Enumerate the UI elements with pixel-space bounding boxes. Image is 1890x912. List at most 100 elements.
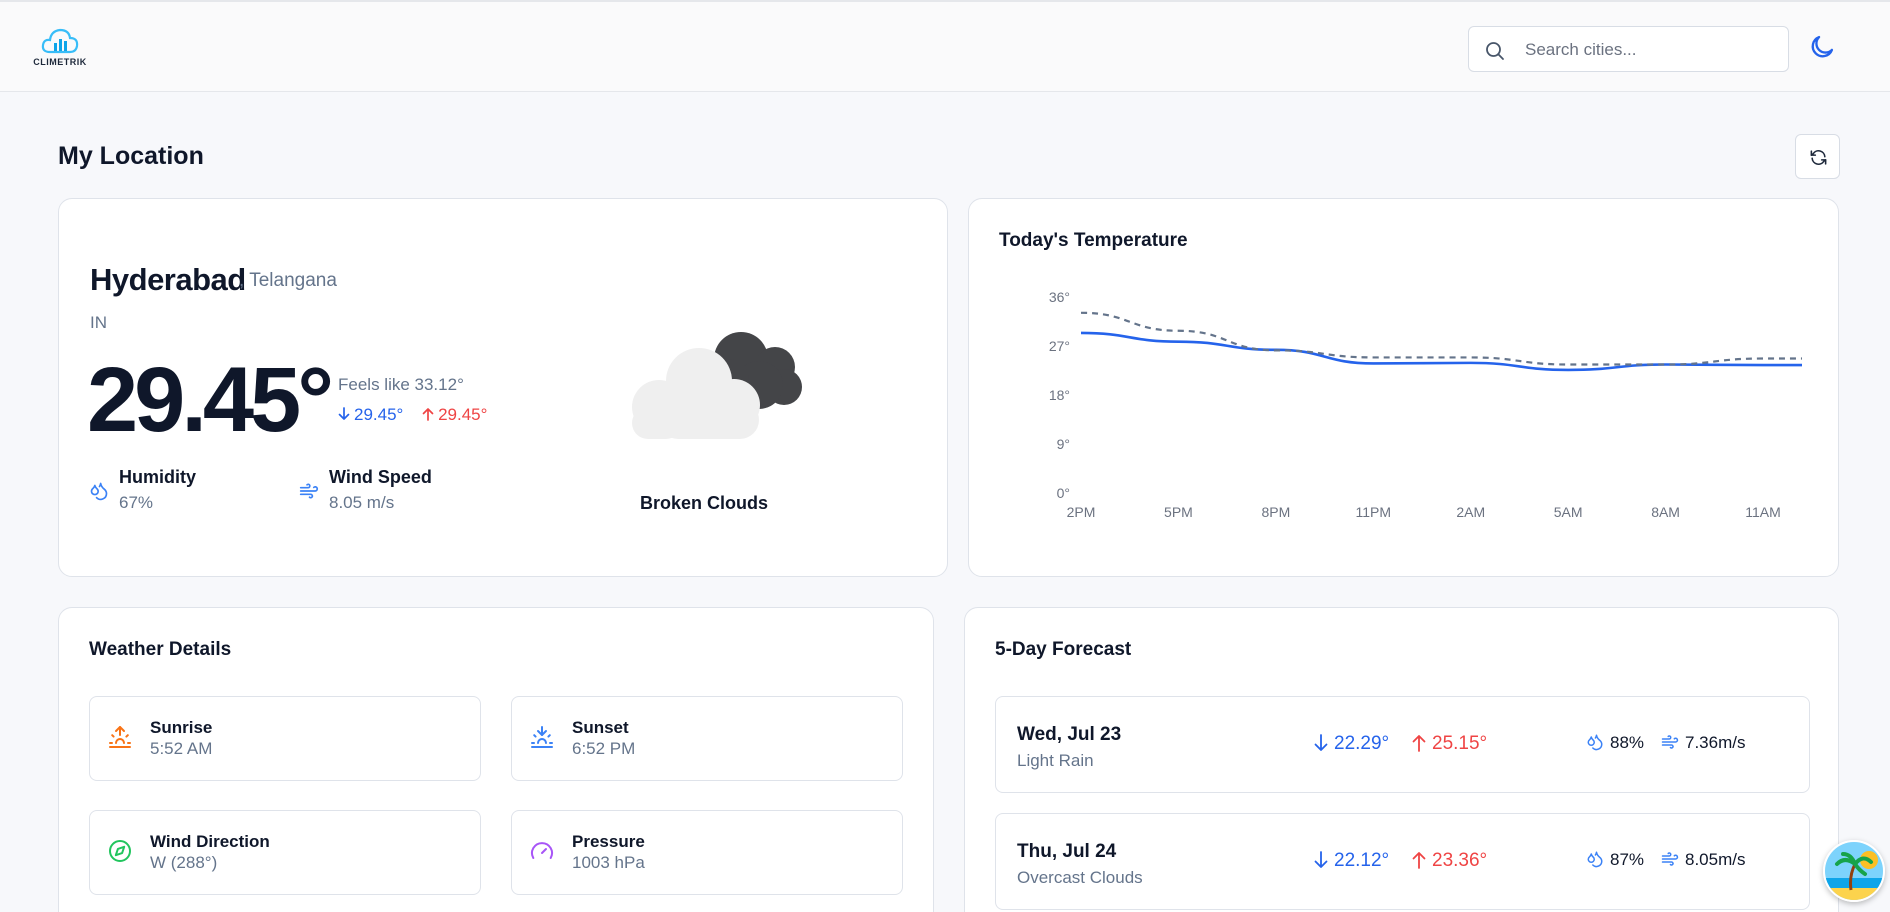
- weather-condition: Broken Clouds: [639, 493, 768, 513]
- forecast-wind: 7.36m/s: [1661, 733, 1745, 753]
- forecast-min-value: 22.12°: [1334, 850, 1390, 871]
- forecast-description: Light Rain: [1017, 751, 1094, 770]
- forecast-date: Wed, Jul 23: [1017, 724, 1122, 745]
- theme-toggle-button[interactable]: [1808, 33, 1838, 63]
- moon-icon: [1811, 35, 1834, 58]
- forecast-min-value: 22.29°: [1334, 733, 1390, 754]
- detail-label: Sunrise: [150, 718, 213, 737]
- detail-sunrise: Sunrise 5:52 AM: [89, 696, 481, 781]
- weather-details-card: Weather Details Sunrise 5:52 AM Sunset 6…: [58, 607, 934, 912]
- detail-value: W (288°): [150, 853, 218, 872]
- app-logo[interactable]: CLIMETRIK: [30, 26, 90, 72]
- city-search[interactable]: [1468, 26, 1789, 72]
- detail-pressure: Pressure 1003 hPa: [511, 810, 903, 895]
- forecast-humidity: 88%: [1586, 733, 1644, 753]
- sunset-icon: [531, 726, 553, 748]
- details-title: Weather Details: [89, 639, 232, 660]
- gauge-icon: [531, 842, 553, 859]
- min-temp: 29.45°: [338, 405, 408, 424]
- humidity-label: Humidity: [119, 467, 197, 487]
- forecast-humidity-value: 88%: [1610, 733, 1645, 752]
- detail-label: Wind Direction: [150, 832, 270, 851]
- x-tick-label: 2PM: [1067, 504, 1096, 520]
- forecast-description: Overcast Clouds: [1017, 868, 1143, 887]
- detail-label: Pressure: [572, 832, 645, 851]
- min-max-temperature: 29.45° 29.45°: [338, 405, 487, 425]
- forecast-max-value: 25.15°: [1432, 733, 1488, 754]
- y-tick-label: 18°: [1049, 387, 1070, 403]
- arrow-down-icon: [338, 407, 350, 420]
- forecast-min: 22.29°: [1314, 733, 1389, 755]
- forecast-wind: 8.05m/s: [1661, 850, 1745, 870]
- min-temp-value: 29.45°: [354, 405, 404, 424]
- beach-palm-icon: [1825, 842, 1883, 900]
- detail-label: Sunset: [572, 718, 629, 737]
- detail-value: 1003 hPa: [572, 853, 645, 872]
- y-tick-label: 36°: [1049, 289, 1070, 305]
- wind-icon: [1661, 852, 1679, 866]
- arrow-down-icon: [1314, 734, 1328, 751]
- detail-value: 5:52 AM: [150, 739, 213, 758]
- refresh-icon: [1810, 150, 1827, 165]
- forecast-max: 23.36°: [1412, 850, 1487, 872]
- forecast-humidity: 87%: [1586, 850, 1644, 870]
- arrow-up-icon: [422, 408, 434, 421]
- x-tick-label: 5PM: [1164, 504, 1193, 520]
- detail-sunset: Sunset 6:52 PM: [511, 696, 903, 781]
- detail-wind-direction: Wind Direction W (288°): [89, 810, 481, 895]
- droplets-icon: [1587, 734, 1603, 751]
- x-tick-label: 2AM: [1456, 504, 1485, 520]
- state-name: , Telangana: [239, 270, 337, 291]
- refresh-button[interactable]: [1795, 134, 1840, 179]
- temperature-line-chart: 36° 27° 18° 9° 0° 2PM 5PM 8PM 11PM 2AM 5AM 8AM 11AM: [1049, 289, 1802, 520]
- forecast-wind-value: 7.36m/s: [1685, 733, 1746, 752]
- y-tick-label: 0°: [1057, 485, 1070, 501]
- feels-like-series-line: [1080, 311, 1802, 366]
- y-tick-label: 27°: [1049, 338, 1070, 354]
- forecast-min: 22.12°: [1314, 850, 1389, 872]
- humidity-value: 67%: [119, 493, 154, 512]
- top-header: CLIMETRIK: [0, 0, 1890, 92]
- forecast-date: Thu, Jul 24: [1017, 841, 1117, 862]
- feels-like: Feels like 33.12°: [338, 375, 464, 394]
- forecast-max: 25.15°: [1412, 733, 1487, 755]
- city-name: Hyderabad: [90, 262, 246, 297]
- x-tick-label: 8AM: [1651, 504, 1680, 520]
- current-temperature: 29.45°: [87, 349, 334, 451]
- page-title: My Location: [58, 142, 204, 170]
- detail-value: 6:52 PM: [572, 739, 636, 758]
- compass-icon: [109, 840, 131, 862]
- arrow-up-icon: [1412, 852, 1426, 869]
- wind-speed-value: 8.05 m/s: [329, 493, 395, 512]
- max-temp-value: 29.45°: [438, 405, 488, 424]
- search-icon: [1486, 42, 1504, 60]
- broken-clouds-icon: [632, 332, 802, 439]
- logo-text: CLIMETRIK: [33, 57, 87, 67]
- y-tick-label: 9°: [1057, 436, 1070, 452]
- forecast-humidity-value: 87%: [1610, 850, 1645, 869]
- wind-icon: [299, 483, 319, 499]
- x-tick-label: 11PM: [1356, 504, 1392, 520]
- country-code: IN: [90, 313, 107, 332]
- arrow-up-icon: [1412, 735, 1426, 752]
- wind-speed-label: Wind Speed: [329, 467, 432, 487]
- x-tick-label: 11AM: [1745, 504, 1781, 520]
- current-weather-card: Hyderabad , Telangana IN 29.45° Feels li…: [58, 198, 948, 577]
- forecast-max-value: 23.36°: [1432, 850, 1488, 871]
- max-temp: 29.45°: [422, 405, 487, 424]
- forecast-card: 5-Day Forecast Wed, Jul 23 Light Rain 22…: [964, 607, 1839, 912]
- chart-title: Today's Temperature: [999, 230, 1188, 251]
- x-tick-label: 8PM: [1261, 504, 1290, 520]
- x-tick-label: 5AM: [1554, 504, 1583, 520]
- droplets-icon: [90, 482, 108, 501]
- forecast-day: Wed, Jul 23 Light Rain 22.29° 25.15° 88%…: [995, 696, 1810, 793]
- floating-assistant-button[interactable]: [1823, 840, 1885, 902]
- arrow-down-icon: [1314, 851, 1328, 868]
- search-input[interactable]: [1525, 35, 1775, 65]
- forecast-title: 5-Day Forecast: [995, 639, 1132, 660]
- cloud-chart-logo-icon: [41, 28, 79, 54]
- forecast-day: Thu, Jul 24 Overcast Clouds 22.12° 23.36…: [995, 813, 1810, 910]
- temperature-chart-card: Today's Temperature 36° 27° 18° 9° 0° 2PM 5PM 8…: [968, 198, 1839, 577]
- droplets-icon: [1587, 851, 1603, 868]
- sunrise-icon: [109, 726, 131, 748]
